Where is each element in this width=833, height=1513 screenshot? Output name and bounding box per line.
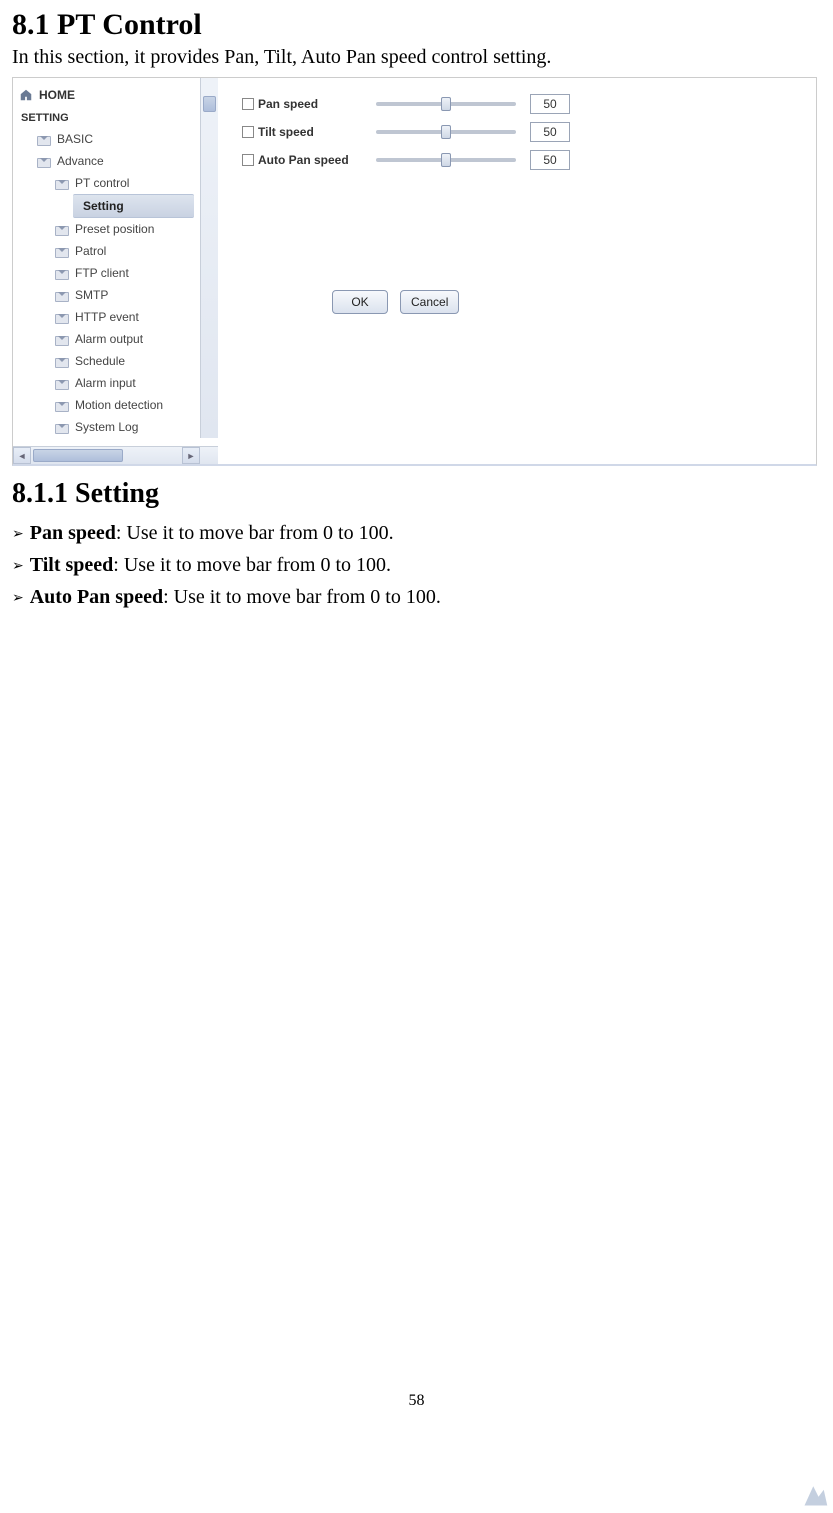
folder-icon <box>55 398 69 412</box>
scroll-right-arrow-icon[interactable]: ► <box>182 447 200 464</box>
autopan-speed-value[interactable]: 50 <box>530 150 570 170</box>
tilt-speed-slider-thumb[interactable] <box>441 125 451 139</box>
nav-alarm-output-label: Alarm output <box>75 332 143 346</box>
watermark-icon <box>801 1481 829 1509</box>
page-heading: 8.1 PT Control <box>12 8 821 42</box>
nav-motion-detection[interactable]: Motion detection <box>13 394 200 416</box>
pan-speed-slider-thumb[interactable] <box>441 97 451 111</box>
pan-speed-slider[interactable] <box>376 102 516 106</box>
tilt-speed-value[interactable]: 50 <box>530 122 570 142</box>
folder-icon <box>37 132 51 146</box>
sidebar: HOME SETTING BASIC Advance PT control Se… <box>13 78 218 464</box>
nav-patrol-label: Patrol <box>75 244 106 258</box>
nav-system-log-label: System Log <box>75 420 138 434</box>
bullet-icon: ➢ <box>12 554 24 580</box>
nav-smtp-label: SMTP <box>75 288 108 302</box>
vertical-scrollbar-thumb[interactable] <box>203 96 216 112</box>
tilt-speed-slider[interactable] <box>376 130 516 134</box>
nav-preset-position[interactable]: Preset position <box>13 218 200 240</box>
subheading: 8.1.1 Setting <box>12 478 821 510</box>
home-icon <box>19 88 33 102</box>
folder-icon <box>55 376 69 390</box>
bullet-icon: ➢ <box>12 522 24 548</box>
bullet-pan-speed: ➢ Pan speed: Use it to move bar from 0 t… <box>12 522 821 548</box>
intro-text: In this section, it provides Pan, Tilt, … <box>12 46 821 69</box>
nav-schedule-label: Schedule <box>75 354 125 368</box>
autopan-speed-label: Auto Pan speed <box>258 153 349 167</box>
scroll-left-arrow-icon[interactable]: ◄ <box>13 447 31 464</box>
nav-alarm-input[interactable]: Alarm input <box>13 372 200 394</box>
nav-smtp[interactable]: SMTP <box>13 284 200 306</box>
page-number: 58 <box>12 1392 821 1410</box>
folder-icon <box>55 222 69 236</box>
folder-icon <box>55 244 69 258</box>
folder-icon <box>55 420 69 434</box>
bullet-pan-speed-term: Pan speed <box>30 522 116 544</box>
folder-icon <box>55 288 69 302</box>
nav-alarm-output[interactable]: Alarm output <box>13 328 200 350</box>
nav-system-log[interactable]: System Log <box>13 416 200 438</box>
nav-basic-label: BASIC <box>57 132 93 146</box>
folder-icon <box>55 310 69 324</box>
bullet-pan-speed-text: : Use it to move bar from 0 to 100. <box>116 522 394 544</box>
nav-pt-control[interactable]: PT control <box>13 172 200 194</box>
pan-speed-label: Pan speed <box>258 97 318 111</box>
folder-icon <box>55 354 69 368</box>
folder-icon <box>37 154 51 168</box>
bullet-tilt-speed-text: : Use it to move bar from 0 to 100. <box>113 554 391 576</box>
checkbox-icon[interactable] <box>242 126 254 138</box>
nav-advance[interactable]: Advance <box>13 150 200 172</box>
horizontal-scrollbar[interactable]: ◄ ► <box>13 446 218 464</box>
button-row: OK Cancel <box>332 290 792 314</box>
bullet-autopan-speed-term: Auto Pan speed <box>30 586 163 608</box>
nav-setting-item-label: Setting <box>83 199 124 213</box>
pan-speed-value[interactable]: 50 <box>530 94 570 114</box>
nav-setting-item[interactable]: Setting <box>73 194 194 218</box>
bullet-autopan-speed: ➢ Auto Pan speed: Use it to move bar fro… <box>12 586 821 612</box>
nav-home-label: HOME <box>39 88 75 102</box>
horizontal-scrollbar-thumb[interactable] <box>33 449 123 462</box>
checkbox-icon[interactable] <box>242 154 254 166</box>
nav-setting-heading: SETTING <box>13 106 200 128</box>
nav-patrol[interactable]: Patrol <box>13 240 200 262</box>
autopan-speed-slider-thumb[interactable] <box>441 153 451 167</box>
nav-alarm-input-label: Alarm input <box>75 376 136 390</box>
bullet-tilt-speed: ➢ Tilt speed: Use it to move bar from 0 … <box>12 554 821 580</box>
nav-home[interactable]: HOME <box>13 84 200 106</box>
pan-speed-row: Pan speed 50 <box>242 94 792 114</box>
nav-advance-label: Advance <box>57 154 104 168</box>
bullet-autopan-speed-text: : Use it to move bar from 0 to 100. <box>163 586 441 608</box>
nav-preset-position-label: Preset position <box>75 222 154 236</box>
nav-pt-control-label: PT control <box>75 176 129 190</box>
nav-http-event-label: HTTP event <box>75 310 139 324</box>
nav-schedule[interactable]: Schedule <box>13 350 200 372</box>
cancel-button[interactable]: Cancel <box>400 290 459 314</box>
tilt-speed-row: Tilt speed 50 <box>242 122 792 142</box>
nav-motion-detection-label: Motion detection <box>75 398 163 412</box>
main-panel: Pan speed 50 Tilt speed 50 Auto Pan spee… <box>218 78 816 464</box>
folder-icon <box>55 332 69 346</box>
tilt-speed-label: Tilt speed <box>258 125 314 139</box>
nav-ftp-client[interactable]: FTP client <box>13 262 200 284</box>
folder-icon <box>55 176 69 190</box>
folder-icon <box>55 266 69 280</box>
bullet-icon: ➢ <box>12 586 24 612</box>
nav-ftp-client-label: FTP client <box>75 266 129 280</box>
autopan-speed-row: Auto Pan speed 50 <box>242 150 792 170</box>
settings-screenshot: HOME SETTING BASIC Advance PT control Se… <box>12 77 817 466</box>
nav-basic[interactable]: BASIC <box>13 128 200 150</box>
vertical-scrollbar[interactable] <box>200 78 218 438</box>
nav-http-event[interactable]: HTTP event <box>13 306 200 328</box>
ok-button[interactable]: OK <box>332 290 388 314</box>
autopan-speed-slider[interactable] <box>376 158 516 162</box>
checkbox-icon[interactable] <box>242 98 254 110</box>
bullet-tilt-speed-term: Tilt speed <box>30 554 114 576</box>
